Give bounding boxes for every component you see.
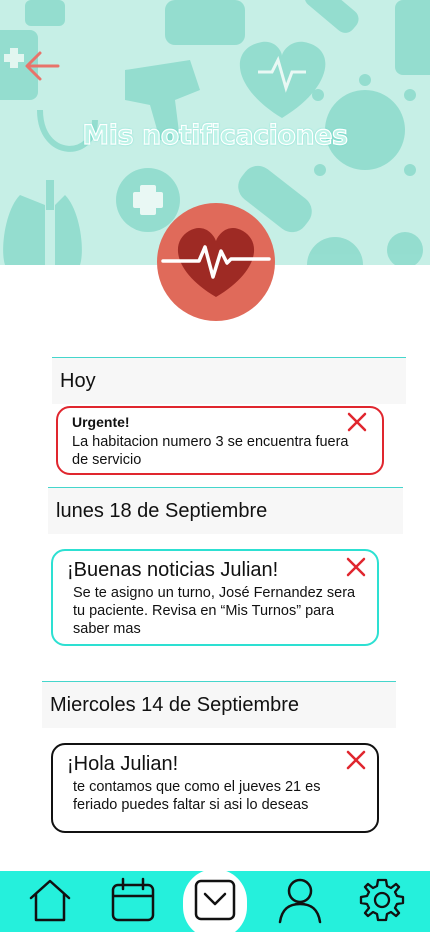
section-heading-hoy: Hoy xyxy=(52,358,406,404)
notification-title: ¡Buenas noticias Julian! xyxy=(67,559,279,581)
heart-badge xyxy=(157,203,275,321)
heart-pulse-icon xyxy=(161,215,271,310)
home-icon xyxy=(26,876,74,929)
close-icon[interactable] xyxy=(345,556,367,578)
calendar-icon xyxy=(109,876,157,929)
nav-home[interactable] xyxy=(25,877,75,927)
section-heading-label: Miercoles 14 de Septiembre xyxy=(50,693,300,716)
notifications-inbox-icon xyxy=(191,876,239,929)
section-heading-lunes: lunes 18 de Septiembre xyxy=(48,488,403,534)
notification-body: La habitacion numero 3 se encuentra fuer… xyxy=(72,434,349,468)
back-arrow-icon[interactable] xyxy=(22,48,62,84)
notification-title: ¡Hola Julian! xyxy=(67,753,179,775)
profile-icon xyxy=(276,876,324,929)
section-heading-label: Hoy xyxy=(60,369,96,392)
close-icon[interactable] xyxy=(346,411,368,433)
bottom-navigation xyxy=(0,869,430,932)
nav-settings[interactable] xyxy=(357,877,407,927)
notification-title: Urgente! xyxy=(72,414,130,430)
notification-card[interactable]: ¡Hola Julian! te contamos que como el ju… xyxy=(51,743,379,833)
section-heading-miercoles: Miercoles 14 de Septiembre xyxy=(42,682,396,728)
section-heading-label: lunes 18 de Septiembre xyxy=(56,499,268,522)
nav-profile[interactable] xyxy=(275,877,325,927)
nav-notifications[interactable] xyxy=(190,877,240,927)
notification-card[interactable]: Urgente! La habitacion numero 3 se encue… xyxy=(56,406,384,475)
notification-body: te contamos que como el jueves 21 es fer… xyxy=(73,779,321,813)
nav-calendar[interactable] xyxy=(108,877,158,927)
notification-card[interactable]: ¡Buenas noticias Julian! Se te asigno un… xyxy=(51,549,379,646)
close-icon[interactable] xyxy=(345,749,367,771)
settings-icon xyxy=(358,876,406,929)
notification-body: Se te asigno un turno, José Fernandez se… xyxy=(73,585,356,637)
page-title: Mis notificaciones xyxy=(82,119,349,151)
